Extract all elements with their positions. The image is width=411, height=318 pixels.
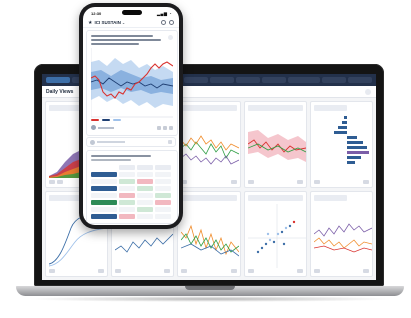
star-icon[interactable]: ★ — [88, 20, 92, 26]
dashboard-nav-tab-8[interactable] — [236, 77, 260, 83]
author-name-line — [98, 126, 114, 129]
chart-card-title-bar — [247, 194, 303, 201]
app-name[interactable]: ICI SUSTAIN — [94, 20, 120, 25]
dashboard-settings-icon[interactable] — [365, 88, 371, 95]
table-row — [91, 193, 173, 198]
comment-text-line — [97, 141, 125, 143]
chart-card-title-bar — [313, 194, 348, 201]
chart-card-title-bar — [181, 105, 237, 111]
chart-card-3[interactable] — [177, 101, 241, 188]
like-icon[interactable] — [163, 126, 167, 130]
phone-table-card[interactable] — [86, 150, 178, 224]
chart-card-footer — [115, 269, 171, 273]
chart-card-10[interactable] — [309, 190, 373, 277]
multi-line-chart — [181, 224, 240, 256]
chart-card-title-bar — [247, 105, 303, 111]
comment-row[interactable] — [86, 137, 176, 147]
multi-line-chart — [181, 135, 240, 165]
avatar — [90, 139, 95, 145]
phone-app-bar: ★ ICI SUSTAIN ⌄ — [83, 18, 179, 28]
chart-card-5[interactable] — [309, 101, 373, 188]
chart-title-line — [91, 43, 139, 45]
chart-card-footer — [313, 269, 369, 273]
chart-card-footer — [181, 179, 237, 184]
chart-card-footer — [247, 269, 303, 273]
phone-screen: 12:30 ▂▄▆ ◔ ★ ICI SUSTAIN ⌄ — [83, 7, 179, 225]
chart-card-footer — [49, 269, 105, 273]
comment-icon[interactable] — [157, 126, 161, 130]
dashboard-title: Daily Views — [46, 88, 74, 95]
send-icon[interactable] — [168, 140, 172, 144]
share-icon[interactable] — [168, 35, 173, 40]
dashboard-nav-tab-7[interactable] — [210, 77, 234, 83]
chart-title-line — [91, 39, 161, 41]
table-row — [91, 186, 173, 191]
chart-card-footer — [313, 179, 369, 184]
signal-battery-icon: ▂▄▆ ◔ — [156, 11, 172, 16]
table-title-line — [91, 159, 131, 161]
table-row — [91, 207, 173, 212]
chart-actions — [157, 126, 173, 130]
chart-card-footer — [181, 269, 237, 273]
dashboard-nav-tab-1[interactable] — [46, 77, 70, 83]
multi-line-chart — [313, 222, 372, 252]
chart-card-9[interactable] — [243, 190, 307, 277]
phone-dynamic-island — [122, 10, 142, 15]
table-row — [91, 179, 173, 184]
dashboard-nav-tab-12[interactable] — [348, 77, 372, 83]
chart-title-line — [91, 35, 153, 37]
more-icon[interactable] — [169, 126, 173, 130]
chart-card-4[interactable] — [243, 101, 307, 188]
chart-card-footer — [247, 179, 303, 184]
scatter-plot — [247, 203, 306, 268]
table-header-row — [91, 165, 173, 170]
dashboard-nav-tab-9[interactable] — [262, 77, 286, 83]
laptop-shadow — [26, 296, 394, 302]
avatar — [91, 125, 96, 130]
table-row — [91, 214, 173, 219]
dashboard-nav-tab-10[interactable] — [288, 77, 320, 83]
table-row — [91, 172, 173, 177]
data-table — [91, 165, 173, 221]
table-title-line — [91, 155, 151, 157]
chart-card-8[interactable] — [177, 190, 241, 277]
dashboard-nav-tab-6[interactable] — [184, 77, 208, 83]
dashboard-nav-tab-11[interactable] — [322, 77, 346, 83]
seasonal-range-chart — [91, 48, 173, 118]
status-time: 12:30 — [91, 11, 102, 16]
search-icon[interactable] — [161, 20, 166, 25]
chart-author — [91, 125, 114, 130]
range-line-chart — [247, 130, 306, 162]
chart-legend — [91, 119, 121, 121]
phone-chart-card[interactable] — [86, 30, 178, 136]
chevron-down-icon[interactable]: ⌄ — [122, 20, 125, 25]
laptop-trackpad-notch — [185, 286, 235, 290]
table-row — [91, 200, 173, 205]
chart-card-title-bar — [313, 105, 348, 111]
horizontal-bar-chart — [333, 116, 369, 164]
chart-card-title-bar — [181, 194, 237, 201]
profile-icon[interactable] — [169, 20, 174, 25]
